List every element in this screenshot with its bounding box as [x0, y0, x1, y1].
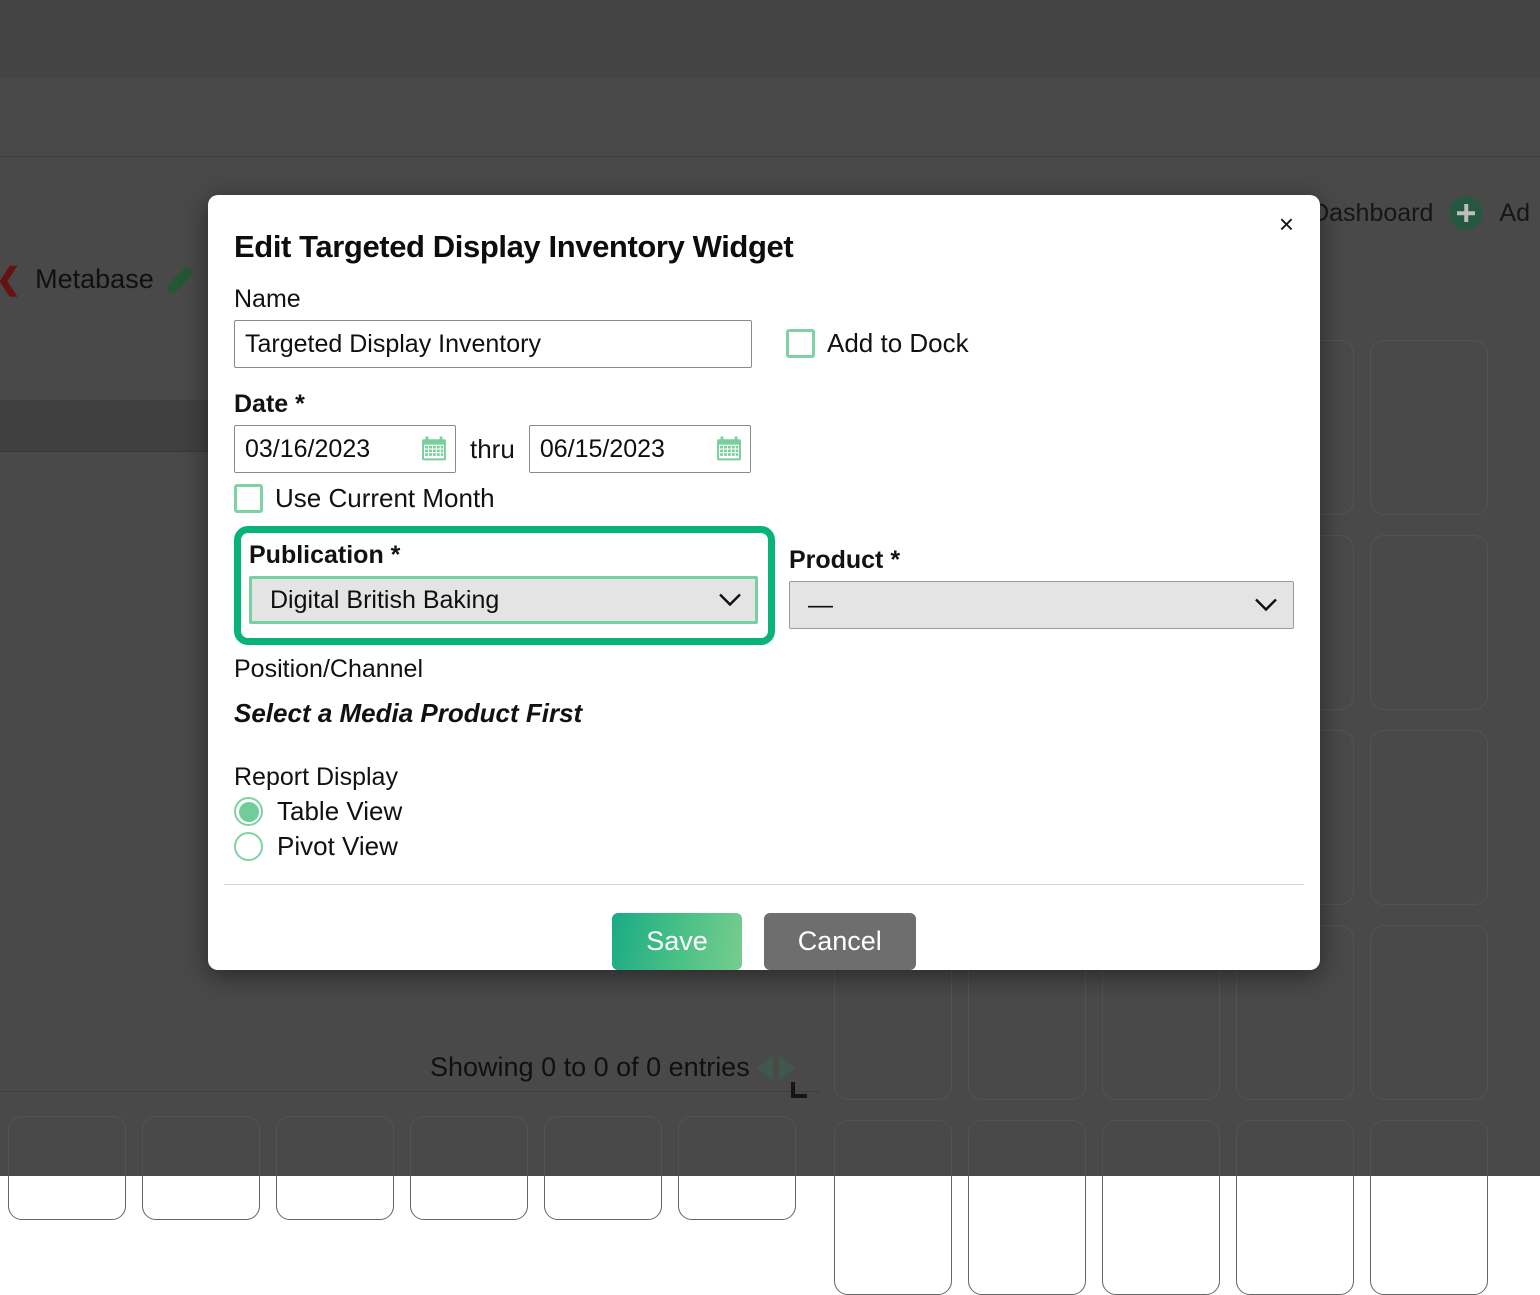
- date-end-input[interactable]: [530, 435, 700, 464]
- checkbox-box-icon[interactable]: [234, 484, 263, 513]
- radio-button-icon[interactable]: [234, 832, 263, 861]
- date-thru-label: thru: [470, 425, 515, 473]
- product-select-wrap[interactable]: —: [789, 581, 1294, 629]
- add-to-dock-label: Add to Dock: [827, 328, 969, 359]
- publication-product-row: Publication * Digital British Baking Pro…: [234, 526, 1294, 645]
- name-label: Name: [234, 285, 1294, 314]
- publication-highlight-ring: Publication * Digital British Baking: [234, 526, 775, 645]
- radio-pivot-view[interactable]: Pivot View: [234, 831, 1294, 862]
- add-to-dock-checkbox[interactable]: Add to Dock: [786, 328, 969, 359]
- calendar-icon[interactable]: [421, 437, 447, 462]
- name-row: Add to Dock: [234, 320, 1294, 368]
- product-label: Product *: [789, 546, 1294, 575]
- use-current-month-checkbox[interactable]: Use Current Month: [234, 483, 1294, 514]
- name-input[interactable]: [234, 320, 752, 368]
- report-display-label: Report Display: [234, 763, 1294, 792]
- modal-footer: Save Cancel: [208, 885, 1320, 970]
- radio-table-view[interactable]: Table View: [234, 796, 1294, 827]
- calendar-icon[interactable]: [716, 437, 742, 462]
- use-current-month-label: Use Current Month: [275, 483, 495, 514]
- date-row: thru: [234, 425, 1294, 473]
- publication-label: Publication *: [249, 541, 758, 570]
- radio-button-icon[interactable]: [234, 797, 263, 826]
- publication-selected-value: Digital British Baking: [270, 586, 499, 615]
- publication-select[interactable]: Digital British Baking: [249, 576, 758, 624]
- page-title: Edit Targeted Display Inventory Widget: [234, 229, 1294, 265]
- position-channel-label: Position/Channel: [234, 655, 1294, 684]
- close-icon[interactable]: ×: [1271, 205, 1302, 243]
- modal-body: Edit Targeted Display Inventory Widget N…: [208, 195, 1320, 866]
- position-channel-group: Position/Channel Select a Media Product …: [234, 655, 1294, 729]
- date-end-field[interactable]: [529, 425, 751, 473]
- date-label: Date *: [234, 390, 1294, 419]
- save-button[interactable]: Save: [612, 913, 742, 970]
- radio-table-view-label: Table View: [277, 796, 402, 827]
- report-display-group: Report Display Table View Pivot View: [234, 763, 1294, 862]
- date-start-input[interactable]: [235, 435, 405, 464]
- date-start-field[interactable]: [234, 425, 456, 473]
- product-group: Product * —: [789, 526, 1294, 629]
- position-channel-note: Select a Media Product First: [234, 698, 1294, 729]
- product-selected-value: —: [808, 591, 833, 620]
- cancel-button[interactable]: Cancel: [764, 913, 916, 970]
- product-select[interactable]: —: [789, 581, 1294, 629]
- radio-pivot-view-label: Pivot View: [277, 831, 398, 862]
- checkbox-box-icon[interactable]: [786, 329, 815, 358]
- publication-select-wrap[interactable]: Digital British Baking: [249, 576, 758, 624]
- edit-widget-modal: × Edit Targeted Display Inventory Widget…: [208, 195, 1320, 970]
